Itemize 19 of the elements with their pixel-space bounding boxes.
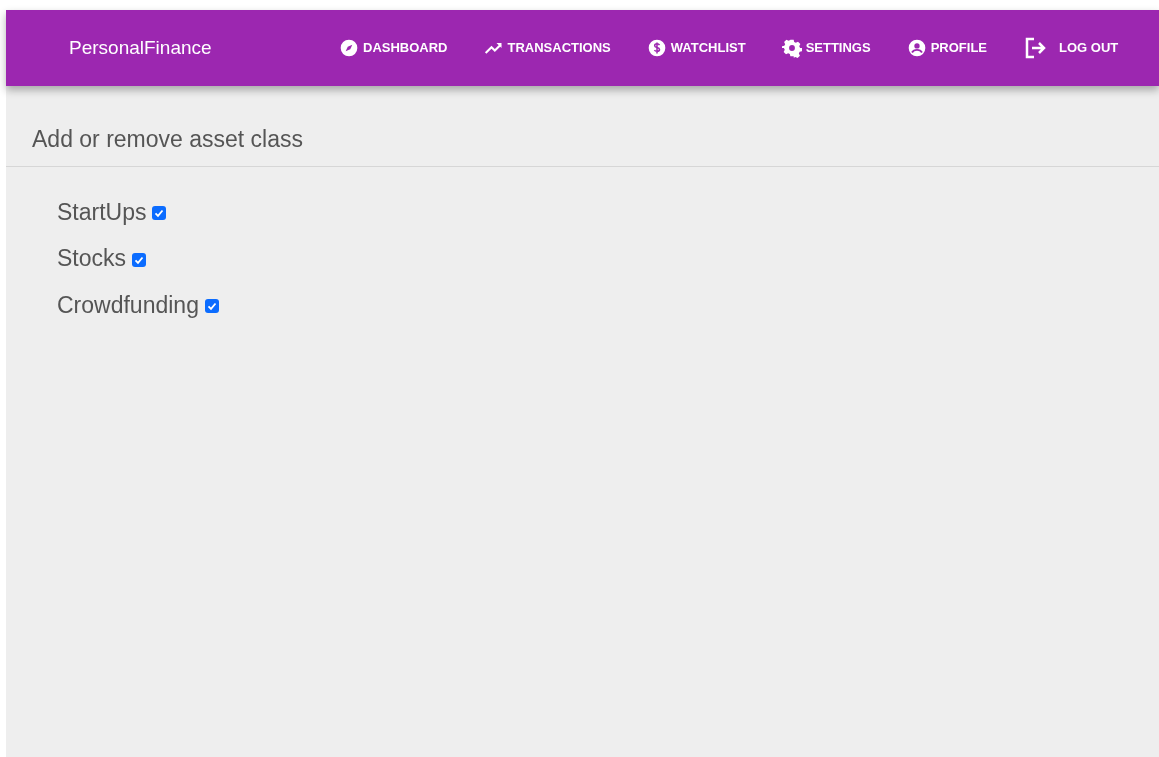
checkbox[interactable] [204,299,219,314]
nav-link[interactable]: LOG OUT [1023,36,1119,60]
checkbox-label: StartUps [57,197,147,227]
checkbox[interactable] [152,206,167,221]
dollar-icon [646,38,667,58]
logout-icon [1023,36,1047,60]
nav-link[interactable]: SETTINGS [781,38,871,58]
nav-link[interactable]: PROFILE [906,38,987,58]
nav-link[interactable]: TRANSACTIONS [483,38,611,58]
brand-link[interactable]: PersonalFinance [69,33,339,63]
checkbox-label: Stocks [57,244,127,273]
page-heading: Add or remove asset class [6,86,1159,167]
compass-icon [339,38,359,58]
profile-icon [906,38,927,58]
nav-link[interactable]: WATCHLIST [646,38,746,58]
checkbox-label: Crowdfunding [57,290,199,320]
checkbox[interactable] [132,252,147,267]
nav-link[interactable]: DASHBOARD [339,38,448,58]
gear-icon [781,38,802,58]
